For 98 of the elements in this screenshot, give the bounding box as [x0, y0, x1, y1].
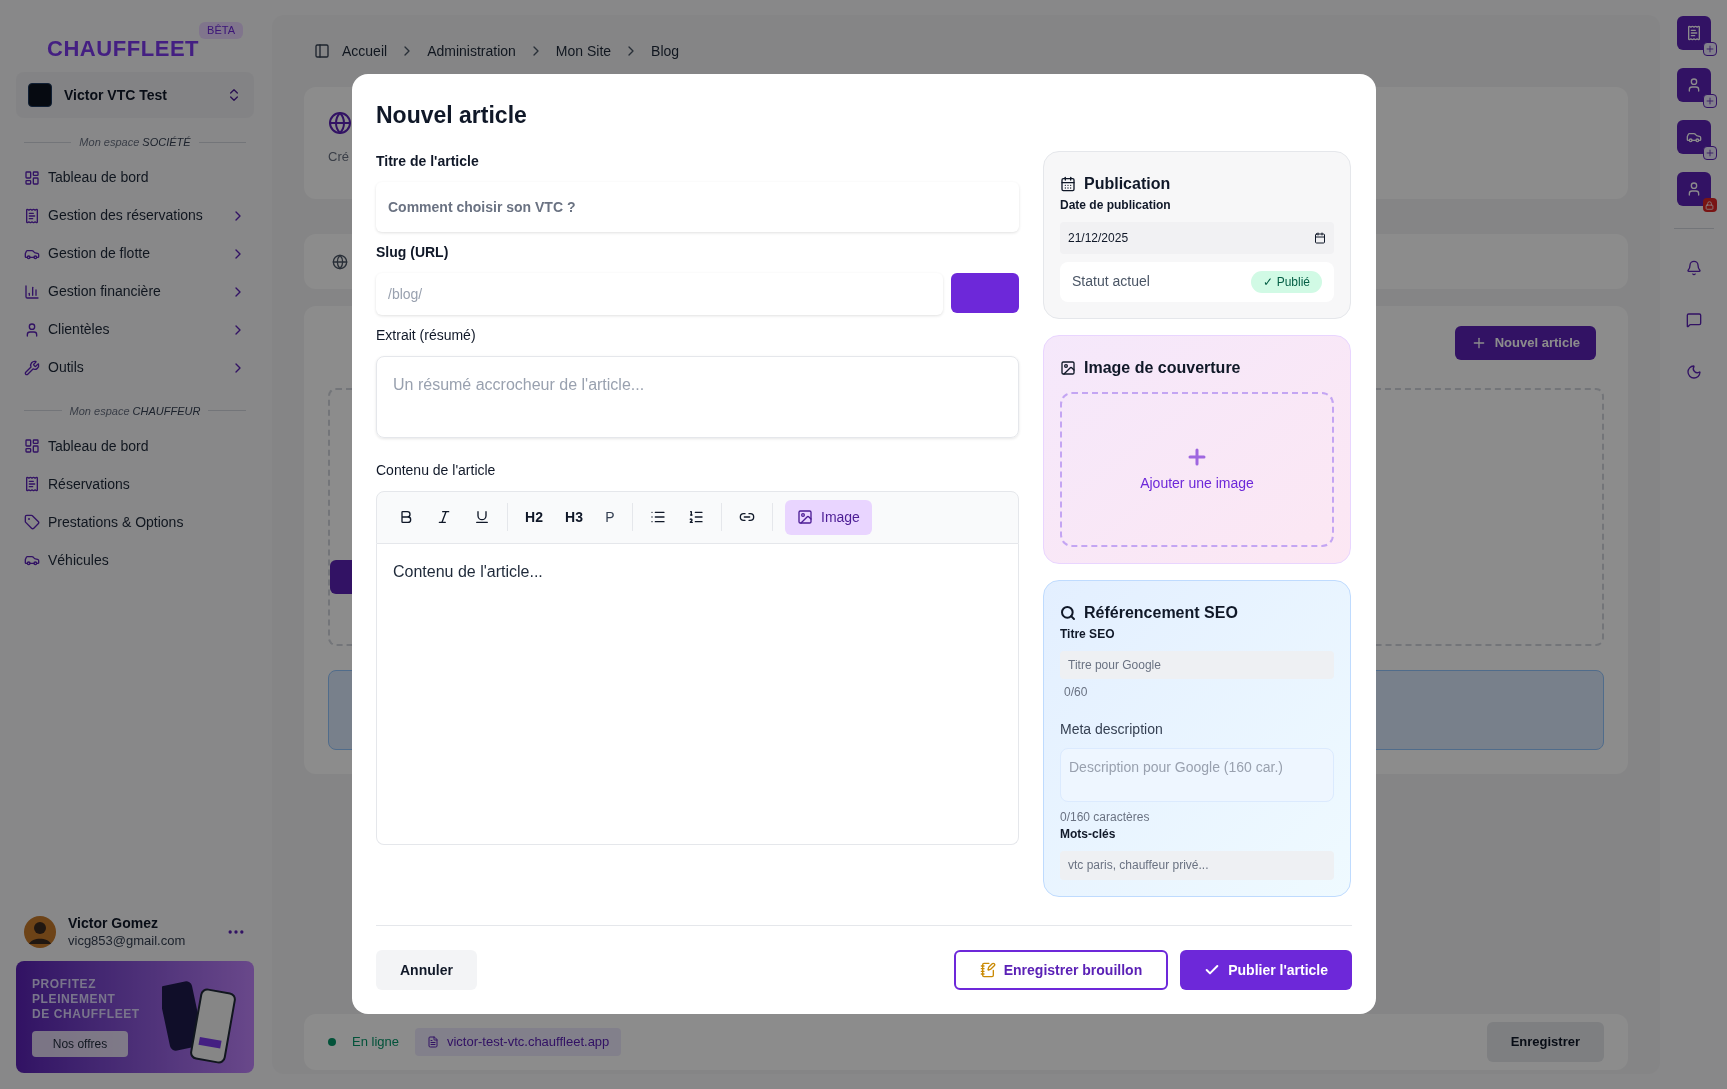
meta-description-field[interactable]: Description pour Google (160 car.) [1060, 747, 1334, 803]
sidebar-item[interactable]: Gestion financière [16, 272, 254, 311]
plus-badge [1702, 94, 1717, 108]
chat-icon [1685, 312, 1702, 328]
char-count: 0/60 [1064, 683, 1089, 701]
section-heading: Mon espace SOCIÉTÉ [79, 135, 191, 150]
calendar-icon [1314, 231, 1326, 244]
card-title: Référencement SEO [1084, 602, 1238, 623]
breadcrumb-link[interactable]: Blog [651, 40, 680, 62]
list-icon [650, 509, 666, 525]
sidebar-item[interactable]: Outils [16, 348, 254, 387]
title-field[interactable]: Comment choisir son VTC ? [376, 181, 1019, 232]
lock-badge [1702, 198, 1717, 212]
tools-icon [24, 359, 40, 376]
card-title: Publication [1084, 173, 1171, 194]
bold-icon [398, 509, 414, 525]
dialog-title: Nouvel article [376, 101, 528, 130]
user-email: vicg853@gmail.com [68, 932, 187, 949]
sidebar-item[interactable]: Véhicules [16, 541, 254, 579]
online-status: En ligne [352, 1033, 399, 1052]
sidebar-item[interactable]: Gestion de flotte [16, 234, 254, 273]
field-label: Mots-clés [1060, 826, 1117, 844]
sidebar-item[interactable]: Gestion des réservations [16, 196, 254, 235]
search-icon [1060, 604, 1076, 621]
keywords-field[interactable]: vtc paris, chauffeur privé... [1060, 851, 1334, 880]
plus-badge [1702, 146, 1717, 160]
breadcrumb-link[interactable]: Administration [427, 40, 516, 62]
field-label: Slug (URL) [376, 242, 450, 262]
workspace-selector[interactable]: Victor VTC Test [16, 72, 254, 118]
sidebar-item[interactable]: Prestations & Options [16, 503, 254, 541]
breadcrumb-link[interactable]: Accueil [342, 40, 388, 62]
card-text: Cré [328, 148, 349, 166]
field-label: Titre SEO [1060, 625, 1116, 643]
insert-image-button[interactable]: Image [785, 499, 872, 535]
new-article-button[interactable]: Nouvel article [1454, 326, 1596, 360]
globe-icon [332, 253, 348, 270]
status-tag: ✓ Publié [1251, 270, 1322, 293]
generate-slug-button[interactable] [951, 272, 1019, 313]
image-upload-area[interactable]: Ajouter une image [1060, 391, 1334, 547]
format-button[interactable]: H3 [556, 500, 592, 534]
field-label: Extrait (résumé) [376, 325, 477, 345]
date-field[interactable]: 21/12/2025 [1060, 221, 1334, 254]
format-button[interactable]: H2 [516, 500, 552, 534]
sidebar-item[interactable]: Clientèles [16, 310, 254, 349]
underline-icon [474, 509, 490, 525]
sidebar-item[interactable]: Réservations [16, 465, 254, 503]
dashboard-icon [24, 438, 40, 454]
user-icon [24, 321, 40, 338]
site-url[interactable]: victor-test-vtc.chauffleet.app [415, 1028, 622, 1056]
offers-button[interactable]: Nos offres [32, 1031, 128, 1057]
moon-icon [1685, 364, 1702, 380]
bell-icon [1685, 260, 1702, 276]
quick-action-button[interactable] [1676, 16, 1711, 50]
numbered-list-icon [688, 509, 704, 525]
image-icon [1060, 359, 1076, 376]
page-icon [427, 1036, 439, 1048]
beta-tag: BÊTA [199, 22, 244, 39]
tag-icon [24, 514, 40, 530]
excerpt-field[interactable]: Un résumé accrocheur de l'article... [376, 355, 1019, 438]
sidebar-toggle-icon[interactable] [314, 43, 330, 59]
save-button[interactable]: Enregistrer [1486, 1022, 1604, 1062]
user-name: Victor Gomez [68, 915, 159, 933]
italic-icon [436, 509, 452, 525]
quick-action-button[interactable] [1676, 68, 1711, 102]
bar-chart-icon [24, 283, 40, 300]
field-label: Contenu de l'article [376, 460, 497, 480]
content-field[interactable]: Contenu de l'article... [376, 543, 1019, 845]
quick-action-button[interactable] [1676, 120, 1711, 154]
globe-icon [328, 111, 352, 135]
notepad-icon [979, 962, 996, 978]
publish-button[interactable]: Publier l'article [1180, 950, 1352, 990]
breadcrumb-link[interactable]: Mon Site [555, 40, 612, 62]
plus-badge [1702, 42, 1717, 56]
dashboard-icon [24, 169, 40, 186]
promo-text: PROFITEZ PLEINEMENT DE CHAUFFLEET [32, 977, 141, 1022]
image-icon [797, 509, 813, 525]
seo-title-field[interactable]: Titre pour Google [1060, 650, 1334, 679]
field-label: Titre de l'article [376, 151, 480, 171]
quick-action-button[interactable] [1676, 172, 1711, 206]
receipt-icon [24, 476, 40, 492]
slug-field[interactable]: /blog/ [376, 272, 943, 315]
receipt-icon [24, 207, 40, 224]
field-label: Date de publication [1060, 196, 1172, 214]
receipt-icon [1685, 25, 1702, 41]
section-heading: Mon espace CHAUFFEUR [69, 403, 201, 419]
status-label: Statut actuel [1072, 272, 1150, 291]
char-count: 0/160 caractères [1060, 810, 1151, 826]
field-label: Meta description [1060, 719, 1164, 739]
calendar-icon [1060, 175, 1076, 192]
save-draft-button[interactable]: Enregistrer brouillon [953, 950, 1169, 990]
workspace-logo [28, 83, 52, 107]
avatar [24, 916, 56, 949]
cancel-button[interactable]: Annuler [376, 950, 477, 990]
sidebar-item[interactable]: Tableau de bord [16, 158, 254, 197]
format-button[interactable]: P [596, 500, 624, 534]
sidebar-item[interactable]: Tableau de bord [16, 427, 254, 465]
card-title: Image de couverture [1084, 357, 1241, 378]
logo: CHAUFFLEET [46, 35, 200, 63]
